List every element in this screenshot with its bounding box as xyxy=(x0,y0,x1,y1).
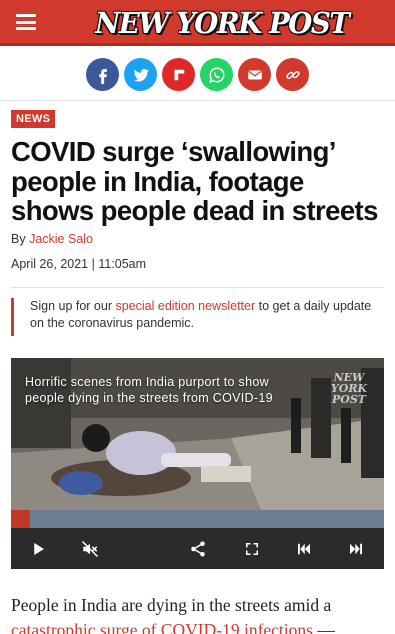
video-caption: Horrific scenes from India purport to sh… xyxy=(25,375,273,405)
byline: By Jackie Salo xyxy=(11,232,93,246)
email-icon[interactable] xyxy=(238,58,271,91)
promo-text-before: Sign up for our xyxy=(30,299,112,313)
share-bar xyxy=(0,51,395,101)
article-body: People in India are dying in the streets… xyxy=(11,593,389,634)
facebook-icon[interactable] xyxy=(86,58,119,91)
author-link[interactable]: Jackie Salo xyxy=(29,232,93,246)
mute-icon[interactable] xyxy=(79,538,101,560)
video-progress-bar[interactable] xyxy=(11,510,384,528)
share-icon[interactable] xyxy=(187,538,209,560)
body-text-after: — xyxy=(317,620,335,634)
skip-forward-icon[interactable] xyxy=(345,538,367,560)
menu-icon[interactable] xyxy=(16,14,36,30)
video-watermark: NEW YORK POST xyxy=(330,371,368,406)
skip-back-icon[interactable] xyxy=(293,538,315,560)
newsletter-promo: Sign up for our special edition newslett… xyxy=(11,298,384,336)
video-progress-fill xyxy=(11,510,30,528)
body-link[interactable]: catastrophic surge of COVID-19 infection… xyxy=(11,620,313,634)
top-bar: NEW YORK POST xyxy=(0,0,395,46)
article-headline: COVID surge ‘swallowing’ people in India… xyxy=(11,136,378,226)
flipboard-icon[interactable] xyxy=(162,58,195,91)
byline-prefix: By xyxy=(11,232,26,246)
divider xyxy=(11,287,384,288)
play-icon[interactable] xyxy=(27,538,49,560)
link-icon[interactable] xyxy=(276,58,309,91)
section-badge[interactable]: NEWS xyxy=(11,110,56,128)
fullscreen-icon[interactable] xyxy=(241,538,263,560)
publish-date: April 26, 2021 | 11:05am xyxy=(11,257,147,271)
twitter-icon[interactable] xyxy=(124,58,157,91)
whatsapp-icon[interactable] xyxy=(200,58,233,91)
video-controls xyxy=(11,528,384,569)
body-text-before: People in India are dying in the streets… xyxy=(11,595,332,615)
newsletter-link[interactable]: special edition newsletter xyxy=(115,299,255,313)
site-logo[interactable]: NEW YORK POST xyxy=(95,6,350,40)
video-player[interactable]: Horrific scenes from India purport to sh… xyxy=(11,358,384,569)
